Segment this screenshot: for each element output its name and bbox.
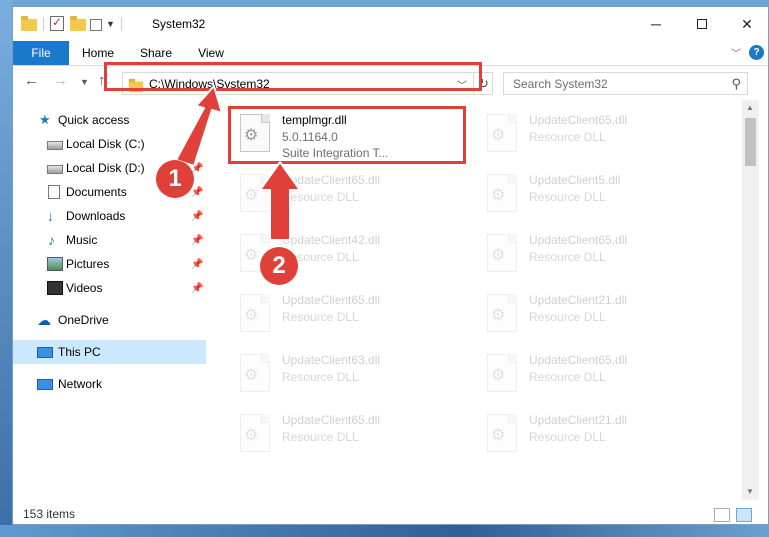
- callout-marker-2: 2: [260, 247, 298, 285]
- callout-arrow-2: [259, 161, 301, 241]
- callout-arrow-1: [175, 85, 223, 167]
- callout-marker-1: 1: [156, 160, 194, 198]
- callout-arrows: [175, 85, 301, 241]
